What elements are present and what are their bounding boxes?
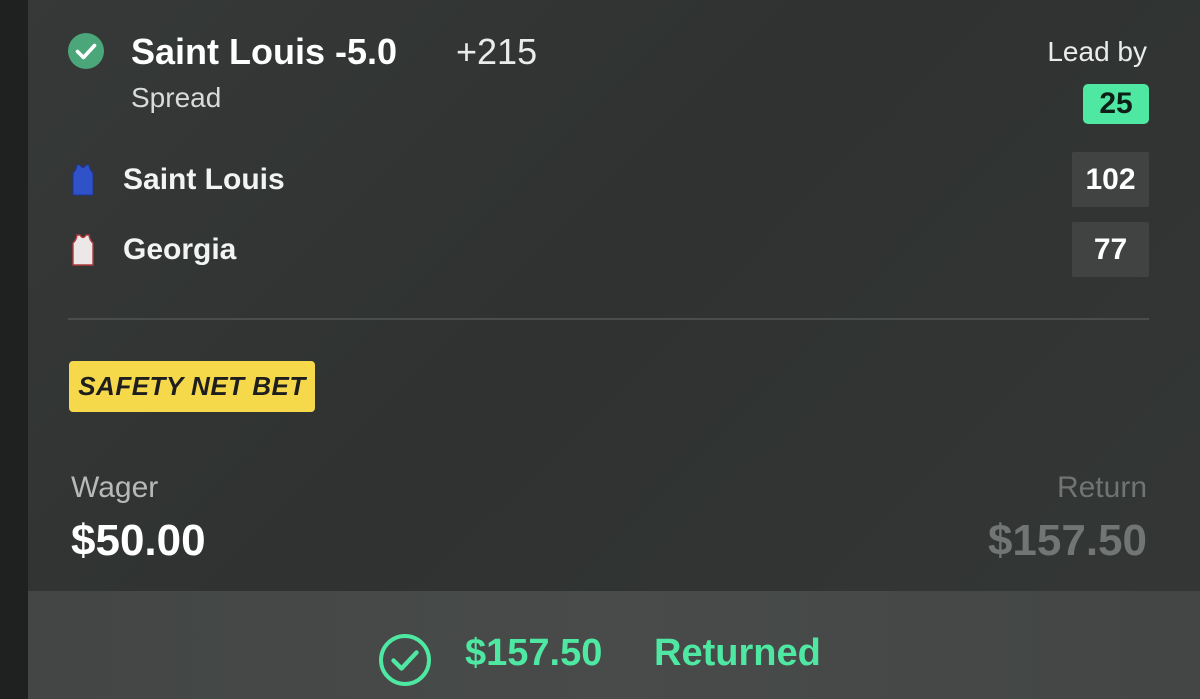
wager-label: Wager (71, 471, 159, 504)
section-divider (68, 318, 1149, 320)
team-score: 102 (1072, 152, 1149, 207)
bet-odds: +215 (456, 31, 538, 72)
check-circle-icon (68, 33, 104, 69)
jersey-icon (71, 234, 95, 266)
bet-card[interactable]: Saint Louis -5.0 +215 Spread Lead by 25 … (28, 0, 1200, 699)
safety-net-bet-badge: SAFETY NET BET (69, 361, 315, 412)
check-circle-outline-icon (378, 633, 432, 687)
team-row-saint-louis: Saint Louis 102 (68, 152, 1149, 208)
return-amount: $157.50 (987, 516, 1147, 565)
jersey-icon (71, 164, 95, 196)
returned-amount: $157.50 (465, 632, 603, 674)
returned-status-bar: $157.50 Returned (28, 591, 1200, 699)
bet-slip-screen: Saint Louis -5.0 +215 Spread Lead by 25 … (0, 0, 1200, 699)
team-name: Saint Louis (123, 163, 285, 196)
bet-market-type: Spread (131, 82, 222, 113)
return-label: Return (1056, 471, 1147, 504)
wager-amount: $50.00 (71, 516, 206, 565)
lead-label: Lead by (1047, 36, 1147, 67)
team-name: Georgia (123, 233, 237, 266)
returned-label: Returned (654, 632, 821, 674)
team-score: 77 (1072, 222, 1149, 277)
team-row-georgia: Georgia 77 (68, 222, 1149, 278)
lead-value-badge: 25 (1083, 84, 1149, 124)
bet-selection-title: Saint Louis -5.0 (131, 31, 398, 72)
